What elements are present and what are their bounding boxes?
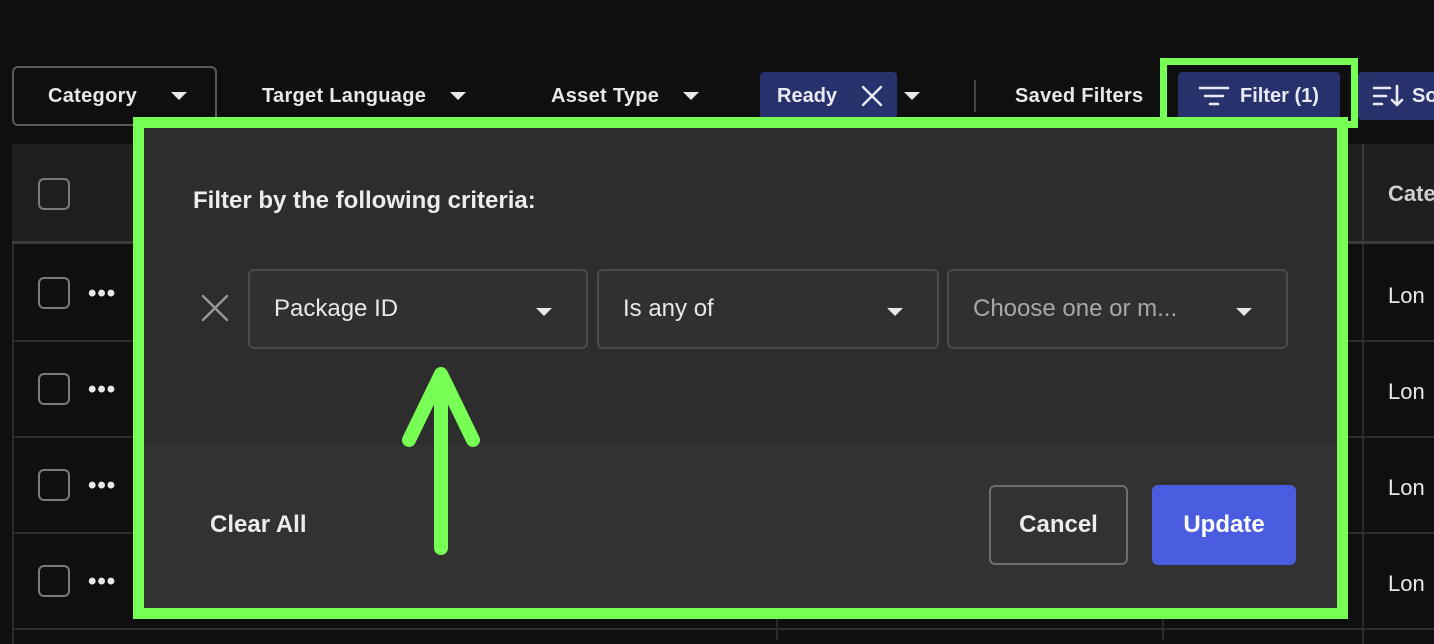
filter-operator-select[interactable]: Is any of	[597, 269, 939, 349]
row-checkbox[interactable]	[38, 565, 70, 597]
cancel-button[interactable]: Cancel	[989, 485, 1128, 565]
more-horizontal-icon[interactable]: •••	[88, 474, 116, 498]
more-horizontal-icon[interactable]: •••	[88, 378, 116, 402]
row-category-cell: Lon	[1388, 283, 1425, 308]
filter-value-select[interactable]: Choose one or m...	[947, 269, 1288, 349]
filter-field-value: Package ID	[274, 295, 399, 322]
chevron-down-icon	[1236, 308, 1252, 316]
category-filter-label: Category	[48, 84, 138, 107]
target-language-filter-label: Target Language	[262, 84, 427, 107]
filter-popover: Filter by the following criteria: Packag…	[143, 127, 1338, 609]
row-checkbox[interactable]	[38, 277, 70, 309]
saved-filters-label: Saved Filters	[1015, 84, 1144, 107]
sort-button[interactable]: So	[1358, 72, 1434, 120]
chevron-down-icon	[683, 92, 700, 100]
row-category-cell: Lon	[1388, 571, 1425, 596]
target-language-filter-button[interactable]: Target Language	[262, 66, 492, 126]
chevron-down-icon	[171, 92, 188, 100]
update-button-label: Update	[1183, 511, 1265, 538]
chevron-down-icon	[450, 92, 467, 100]
asset-type-filter-button[interactable]: Asset Type	[551, 66, 731, 126]
row-category-cell: Lon	[1388, 379, 1425, 404]
filter-operator-value: Is any of	[623, 295, 714, 322]
saved-filters-button[interactable]: Saved Filters	[1015, 66, 1155, 126]
filter-button-highlight	[1160, 58, 1358, 128]
select-all-checkbox[interactable]	[38, 178, 70, 210]
toolbar-divider	[974, 80, 976, 112]
ready-chip-label: Ready	[777, 84, 838, 107]
close-icon[interactable]	[860, 84, 884, 108]
ready-status-chip[interactable]: Ready	[760, 72, 897, 120]
column-divider	[1362, 244, 1364, 644]
asset-type-filter-label: Asset Type	[551, 84, 660, 107]
filter-value-placeholder: Choose one or m...	[973, 295, 1178, 322]
more-horizontal-icon[interactable]: •••	[88, 282, 116, 306]
arrow-up-annotation	[402, 367, 480, 555]
filter-popover-footer: Clear All Cancel Update	[143, 445, 1338, 609]
column-divider	[1362, 144, 1364, 244]
more-horizontal-icon[interactable]: •••	[88, 570, 116, 594]
cancel-button-label: Cancel	[1019, 511, 1098, 538]
update-button[interactable]: Update	[1152, 485, 1296, 565]
row-divider	[12, 628, 1434, 630]
close-icon[interactable]	[199, 292, 231, 324]
filter-criteria-title: Filter by the following criteria:	[193, 187, 536, 214]
row-checkbox[interactable]	[38, 373, 70, 405]
category-filter-button[interactable]: Category	[12, 66, 217, 126]
chevron-down-icon	[887, 308, 903, 316]
sort-icon	[1372, 84, 1404, 107]
category-column-header[interactable]: Cate	[1388, 181, 1434, 207]
row-checkbox[interactable]	[38, 469, 70, 501]
clear-all-button[interactable]: Clear All	[210, 511, 306, 539]
row-category-cell: Lon	[1388, 475, 1425, 500]
filter-field-select[interactable]: Package ID	[248, 269, 588, 349]
sort-button-label: So	[1412, 84, 1434, 107]
chevron-down-icon	[536, 308, 552, 316]
chevron-down-icon[interactable]	[904, 92, 920, 100]
